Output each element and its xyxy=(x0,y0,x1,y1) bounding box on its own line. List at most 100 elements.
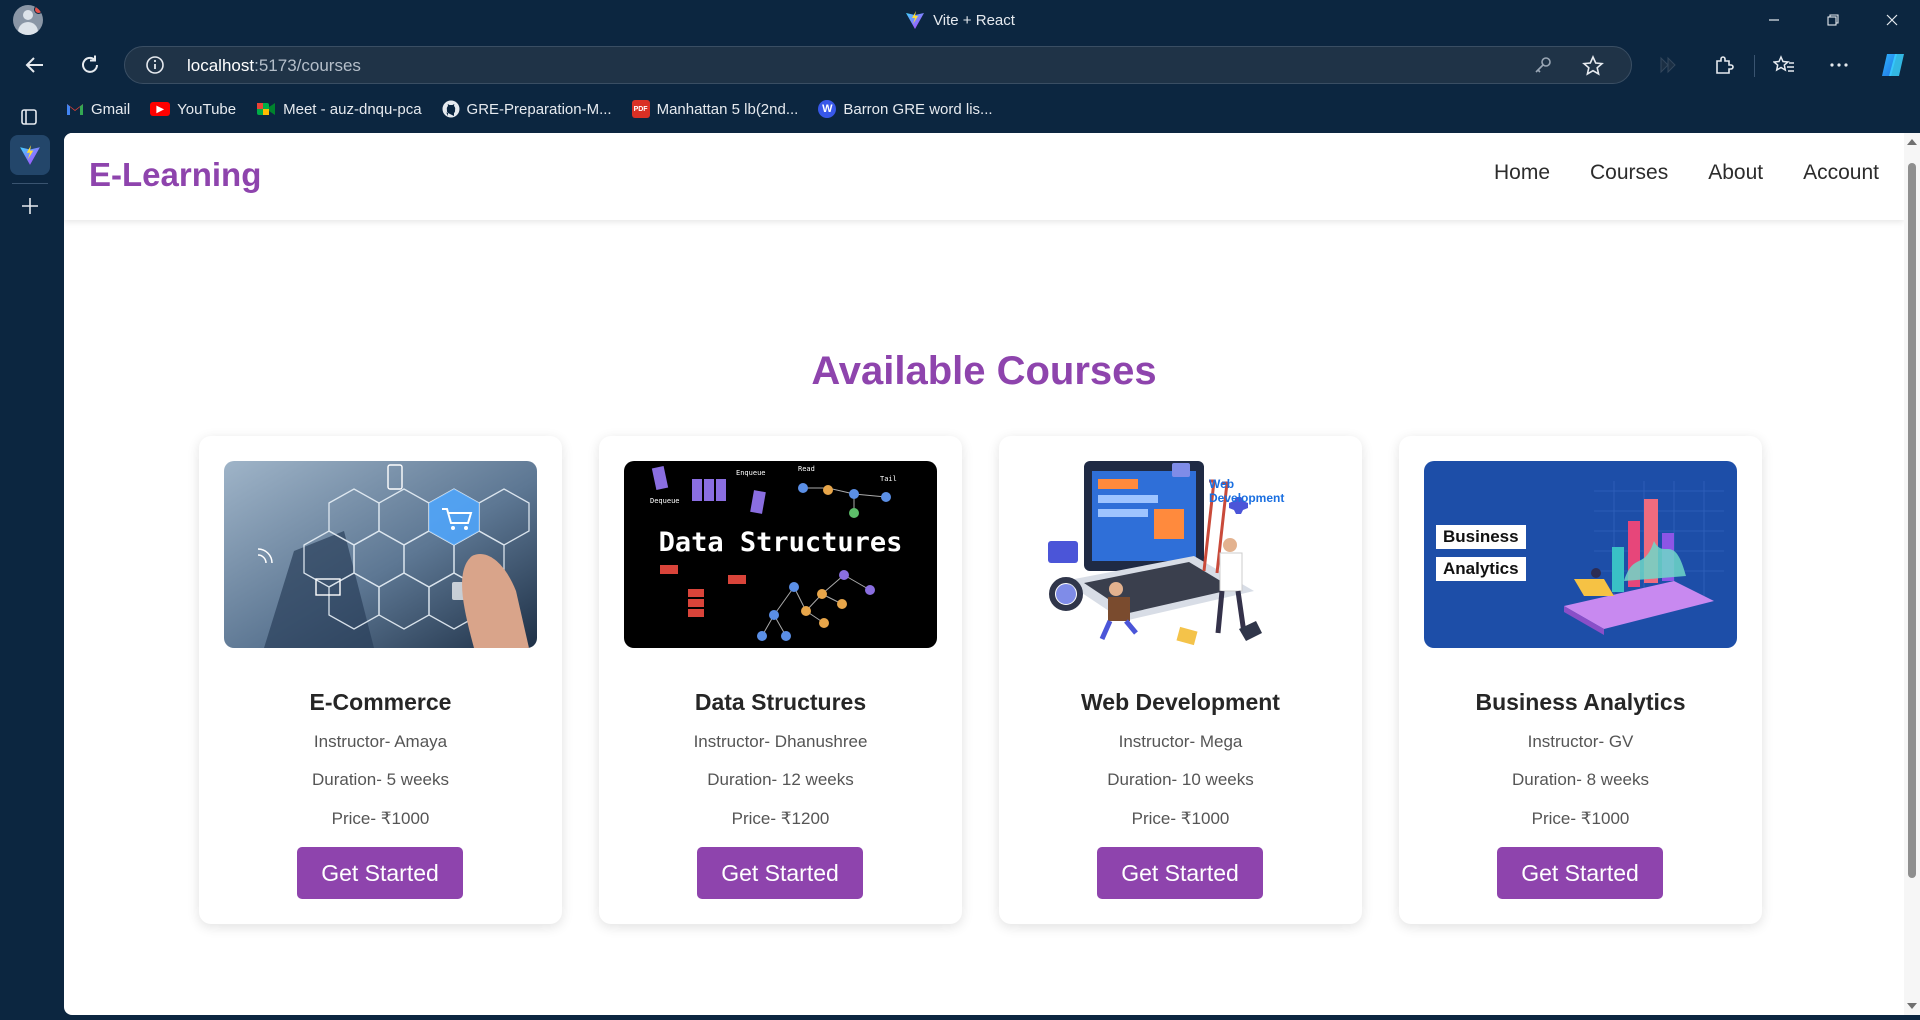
course-title: Data Structures xyxy=(694,689,867,715)
github-icon xyxy=(442,100,460,118)
course-card-data-structures: Dequeue Enqueue Read Tail Data Structure… xyxy=(599,436,962,924)
svg-text:Read: Read xyxy=(798,465,815,473)
plus-icon xyxy=(22,198,38,214)
bookmark-label: Manhattan 5 lb(2nd... xyxy=(656,100,799,118)
nav-link-account[interactable]: Account xyxy=(1803,161,1879,185)
bookmark-meet[interactable]: Meet - auz-dnqu-pca xyxy=(256,100,422,118)
gmail-icon xyxy=(67,104,83,115)
pdf-icon: PDF xyxy=(631,100,650,118)
url-text[interactable]: localhost:5173/courses xyxy=(187,56,361,76)
data-structures-image: Dequeue Enqueue Read Tail Data Structure… xyxy=(624,461,937,648)
bookmark-label: Gmail xyxy=(91,100,131,118)
web-development-image: Web Development xyxy=(1024,461,1337,648)
page-viewport: E-Learning Home Courses About Account Av… xyxy=(64,133,1920,1015)
bookmark-label: Meet - auz-dnqu-pca xyxy=(283,100,422,118)
svg-text:Dequeue: Dequeue xyxy=(650,497,680,505)
course-duration: Duration- 5 weeks xyxy=(311,770,449,789)
bookmark-label: Barron GRE word lis... xyxy=(843,100,993,118)
course-instructor: Instructor- Dhanushree xyxy=(693,732,868,751)
minimize-button[interactable] xyxy=(1746,0,1802,40)
image-text-business: Business xyxy=(1436,525,1526,549)
back-button[interactable] xyxy=(15,45,55,85)
web-development-image-text: Web Development xyxy=(1209,477,1284,505)
vite-icon xyxy=(906,11,925,29)
data-structures-image-text: Data Structures xyxy=(658,527,903,558)
wordpress-icon: W xyxy=(818,100,837,118)
bookmark-manhattan-pdf[interactable]: PDF Manhattan 5 lb(2nd... xyxy=(631,100,799,118)
toolbar-divider xyxy=(1754,55,1755,77)
scroll-thumb[interactable] xyxy=(1908,163,1916,878)
course-instructor: Instructor- Amaya xyxy=(313,732,448,751)
favorite-star-icon[interactable] xyxy=(1582,55,1604,77)
site-logo[interactable]: E-Learning xyxy=(89,156,261,194)
bookmark-label: GRE-Preparation-M... xyxy=(466,100,612,118)
course-title: Business Analytics xyxy=(1475,689,1686,715)
page-scrollbar[interactable] xyxy=(1904,133,1920,1015)
bookmark-barron[interactable]: W Barron GRE word lis... xyxy=(818,100,993,118)
bookmarks-bar: Gmail ▶ YouTube Meet - auz-dnqu-pca GRE-… xyxy=(66,92,993,126)
image-text-web: Web xyxy=(1209,477,1235,491)
scroll-up-arrow-icon[interactable] xyxy=(1907,139,1917,145)
more-menu-button[interactable] xyxy=(1819,45,1859,85)
get-started-button[interactable]: Get Started xyxy=(1497,847,1663,899)
bookmark-label: YouTube xyxy=(177,100,237,118)
page-heading: Available Courses xyxy=(811,349,1157,393)
youtube-icon: ▶ xyxy=(150,102,171,116)
window-title-text: Vite + React xyxy=(933,11,1015,29)
course-duration: Duration- 8 weeks xyxy=(1511,770,1649,789)
course-price: Price- ₹1000 xyxy=(331,809,430,828)
url-path: :5173/courses xyxy=(254,56,361,75)
site-navbar: E-Learning Home Courses About Account xyxy=(64,133,1904,220)
business-analytics-image: Business Analytics xyxy=(1424,461,1737,648)
nav-link-courses[interactable]: Courses xyxy=(1590,161,1668,185)
get-started-button[interactable]: Get Started xyxy=(1097,847,1263,899)
back-arrow-icon xyxy=(25,57,43,73)
course-title: Web Development xyxy=(1081,689,1280,715)
get-started-button[interactable]: Get Started xyxy=(297,847,463,899)
extension-forward-button[interactable] xyxy=(1648,45,1688,85)
restore-button[interactable] xyxy=(1805,0,1861,40)
meet-icon xyxy=(257,103,276,115)
refresh-icon xyxy=(82,55,98,73)
copilot-button[interactable] xyxy=(1873,45,1913,85)
key-icon[interactable] xyxy=(1533,55,1553,75)
bookmark-github[interactable]: GRE-Preparation-M... xyxy=(442,100,612,118)
tab-actions-button[interactable] xyxy=(14,102,44,132)
favorites-button[interactable] xyxy=(1764,45,1804,85)
image-text-analytics: Analytics xyxy=(1436,557,1526,581)
copilot-icon xyxy=(1882,54,1904,76)
svg-text:Enqueue: Enqueue xyxy=(736,469,766,477)
course-price: Price- ₹1200 xyxy=(731,809,830,828)
puzzle-icon xyxy=(1716,56,1734,74)
bookmark-gmail[interactable]: Gmail xyxy=(66,101,130,118)
vite-icon xyxy=(20,145,40,165)
nav-link-home[interactable]: Home xyxy=(1494,161,1550,185)
course-card-ecommerce: E-Commerce Instructor- Amaya Duration- 5… xyxy=(199,436,562,924)
more-dots-icon xyxy=(1830,63,1848,67)
profile-avatar-icon[interactable] xyxy=(13,5,43,35)
course-title: E-Commerce xyxy=(309,689,452,715)
course-card-web-development: Web Development Web Development Instruct… xyxy=(999,436,1362,924)
course-instructor: Instructor- Mega xyxy=(1118,732,1243,751)
close-window-button[interactable] xyxy=(1864,0,1920,40)
double-chevron-icon xyxy=(1660,56,1676,74)
vertical-tabs-panel xyxy=(0,90,60,1020)
course-card-business-analytics: Business Analytics Business Analytics In… xyxy=(1399,436,1762,924)
tabs-divider xyxy=(12,183,48,184)
nav-links: Home Courses About Account xyxy=(1494,161,1879,185)
extensions-button[interactable] xyxy=(1704,45,1744,85)
favorites-list-icon xyxy=(1773,55,1794,72)
site-info-icon[interactable] xyxy=(145,55,165,75)
nav-link-about[interactable]: About xyxy=(1708,161,1763,185)
tabs-icon xyxy=(21,109,37,125)
address-bar[interactable]: localhost:5173/courses xyxy=(124,46,1632,84)
title-bar: Vite + React xyxy=(0,0,1920,40)
course-price: Price- ₹1000 xyxy=(1531,809,1630,828)
tab-vite-react[interactable] xyxy=(10,135,50,175)
bookmark-youtube[interactable]: ▶ YouTube xyxy=(150,101,236,118)
scroll-down-arrow-icon[interactable] xyxy=(1907,1003,1917,1009)
new-tab-button[interactable] xyxy=(14,190,46,222)
course-price: Price- ₹1000 xyxy=(1131,809,1230,828)
refresh-button[interactable] xyxy=(70,45,110,85)
get-started-button[interactable]: Get Started xyxy=(697,847,863,899)
